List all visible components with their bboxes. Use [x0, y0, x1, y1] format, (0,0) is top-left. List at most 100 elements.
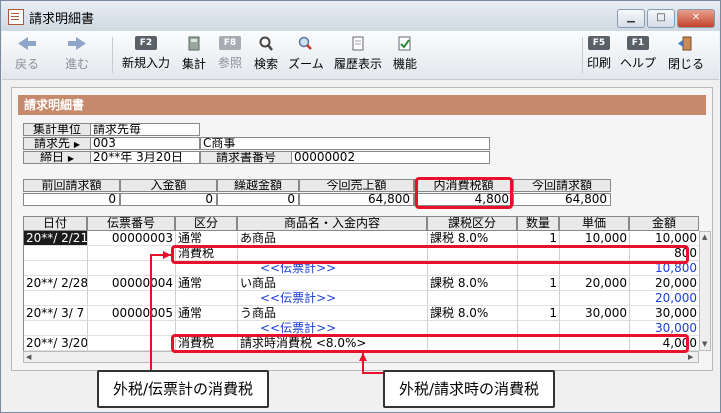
closing-date-field[interactable]: 20**年 3月20日: [90, 151, 200, 164]
forward-arrow-icon: [68, 37, 86, 50]
current-bill-value: 64,800: [513, 193, 611, 206]
print-label: 印刷: [586, 56, 611, 70]
cell-item: う商品: [238, 306, 428, 321]
triangle-right-icon: ▶: [67, 154, 74, 163]
f5-key-icon: F5: [588, 36, 610, 50]
cell-amount: 20,000: [630, 291, 700, 306]
f2-key-icon: F2: [135, 36, 157, 50]
column-header-tax: 課税区分: [427, 216, 517, 231]
billto-label-text: 請求先: [34, 137, 71, 150]
functions-button[interactable]: 機能: [390, 33, 420, 77]
prev-bill-label: 前回請求額: [23, 179, 120, 192]
cell-tax: 課税 8.0%: [428, 276, 518, 291]
cell-kind: [176, 291, 238, 306]
search-button[interactable]: 検索: [250, 33, 282, 77]
close-window-button[interactable]: ✕: [677, 9, 715, 28]
search-label: 検索: [253, 57, 278, 71]
help-button[interactable]: F1 ヘルプ: [618, 33, 658, 77]
scroll-up-icon[interactable]: ▲: [702, 233, 707, 241]
column-header-date: 日付: [23, 216, 87, 231]
magnifier-icon: [259, 36, 273, 51]
cell-price: 30,000: [560, 306, 630, 321]
callout-slip-tax: 外税/伝票計の消費税: [97, 370, 269, 408]
cell-amount: 10,000: [630, 231, 700, 246]
cell-date: [24, 321, 88, 336]
cell-date: 20**/ 3/ 7: [24, 306, 88, 321]
cell-item: <<伝票計>>: [238, 291, 428, 306]
slip-tax-row-highlight: [171, 245, 689, 264]
calculator-icon: [188, 36, 200, 51]
exit-icon: [678, 36, 692, 51]
toolbar-separator: [112, 37, 113, 73]
scroll-down-icon[interactable]: ▼: [702, 340, 707, 348]
f1-key-icon: F1: [627, 36, 649, 50]
window: 請求明細書 ▁ □ ✕ 戻る 進む F2 新規入力 集計 F8 参照 検索 ズー…: [0, 0, 721, 413]
zoom-button[interactable]: ズーム: [285, 33, 327, 77]
cell-price: 10,000: [560, 231, 630, 246]
cell-price: 20,000: [560, 276, 630, 291]
cell-amount: 20,000: [630, 276, 700, 291]
reference-button[interactable]: F8 参照: [214, 33, 246, 77]
total-label: 集計: [181, 57, 206, 71]
window-title: 請求明細書: [29, 12, 95, 27]
print-button[interactable]: F5 印刷: [585, 33, 613, 77]
scroll-right-icon[interactable]: ▶: [688, 353, 693, 361]
payment-label: 入金額: [120, 179, 217, 192]
forward-label: 進む: [64, 57, 89, 71]
history-label: 履歴表示: [333, 57, 382, 71]
maximize-button[interactable]: □: [647, 9, 675, 28]
zoom-icon: [298, 36, 312, 50]
history-button[interactable]: 履歴表示: [332, 33, 384, 77]
minimize-button[interactable]: ▁: [617, 9, 645, 28]
cell-tax: 課税 8.0%: [428, 231, 518, 246]
invoice-number-value: 00000002: [291, 151, 490, 164]
total-button[interactable]: 集計: [178, 33, 210, 77]
cell-slip: [88, 291, 176, 306]
closing-label-text: 締日: [40, 151, 65, 164]
app-document-icon: [8, 9, 24, 25]
cell-kind: 通常: [176, 231, 238, 246]
close-button[interactable]: 閉じる: [664, 33, 708, 77]
table-row[interactable]: 20**/ 2/28 00000004 通常 い商品 課税 8.0% 1 20,000 20,…: [24, 276, 700, 291]
cell-slip: 00000003: [88, 231, 176, 246]
column-header-qty: 数量: [517, 216, 559, 231]
history-icon: [352, 36, 364, 51]
current-bill-label: 今回請求額: [513, 179, 611, 192]
help-label: ヘルプ: [619, 56, 656, 70]
table-row[interactable]: <<伝票計>> 20,000: [24, 291, 700, 306]
scroll-left-icon[interactable]: ◀: [26, 353, 31, 361]
current-sales-label: 今回売上額: [299, 179, 414, 192]
f8-key-icon: F8: [219, 36, 241, 50]
table-row[interactable]: 20**/ 2/21 00000003 通常 あ商品 課税 8.0% 1 10,000 10,…: [24, 231, 700, 246]
title-bar: 請求明細書 ▁ □ ✕: [1, 1, 720, 31]
vertical-scrollbar[interactable]: ▲ ▼: [699, 231, 711, 351]
cell-date: [24, 246, 88, 261]
carryover-label: 繰越金額: [217, 179, 299, 192]
billto-code-field[interactable]: 003: [90, 137, 200, 150]
triangle-right-icon: ▶: [73, 140, 80, 149]
column-header-item: 商品名・入金内容: [237, 216, 427, 231]
payment-value: 0: [120, 193, 217, 206]
zoom-label: ズーム: [288, 57, 324, 71]
toolbar-separator: [582, 37, 583, 73]
cell-qty: 1: [518, 306, 560, 321]
back-button[interactable]: 戻る: [8, 33, 46, 77]
cell-tax: 課税 8.0%: [428, 306, 518, 321]
cell-date: [24, 291, 88, 306]
column-header-price: 単価: [559, 216, 629, 231]
cell-slip: [88, 336, 176, 351]
new-entry-button[interactable]: F2 新規入力: [120, 33, 172, 77]
close-label: 閉じる: [667, 57, 704, 71]
cell-slip: [88, 321, 176, 336]
table-row[interactable]: 20**/ 3/ 7 00000005 通常 う商品 課税 8.0% 1 30,000 30,…: [24, 306, 700, 321]
cell-qty: 1: [518, 231, 560, 246]
panel-header: 請求明細書: [18, 95, 706, 115]
unit-label: 集計単位: [23, 123, 91, 136]
reference-label: 参照: [217, 56, 242, 70]
forward-button[interactable]: 進む: [58, 33, 96, 77]
cell-price: [560, 291, 630, 306]
column-header-slip: 伝票番号: [87, 216, 175, 231]
billto-name: C商事: [200, 137, 490, 150]
invoice-number-label: 請求書番号: [200, 151, 292, 164]
cell-slip: 00000004: [88, 276, 176, 291]
